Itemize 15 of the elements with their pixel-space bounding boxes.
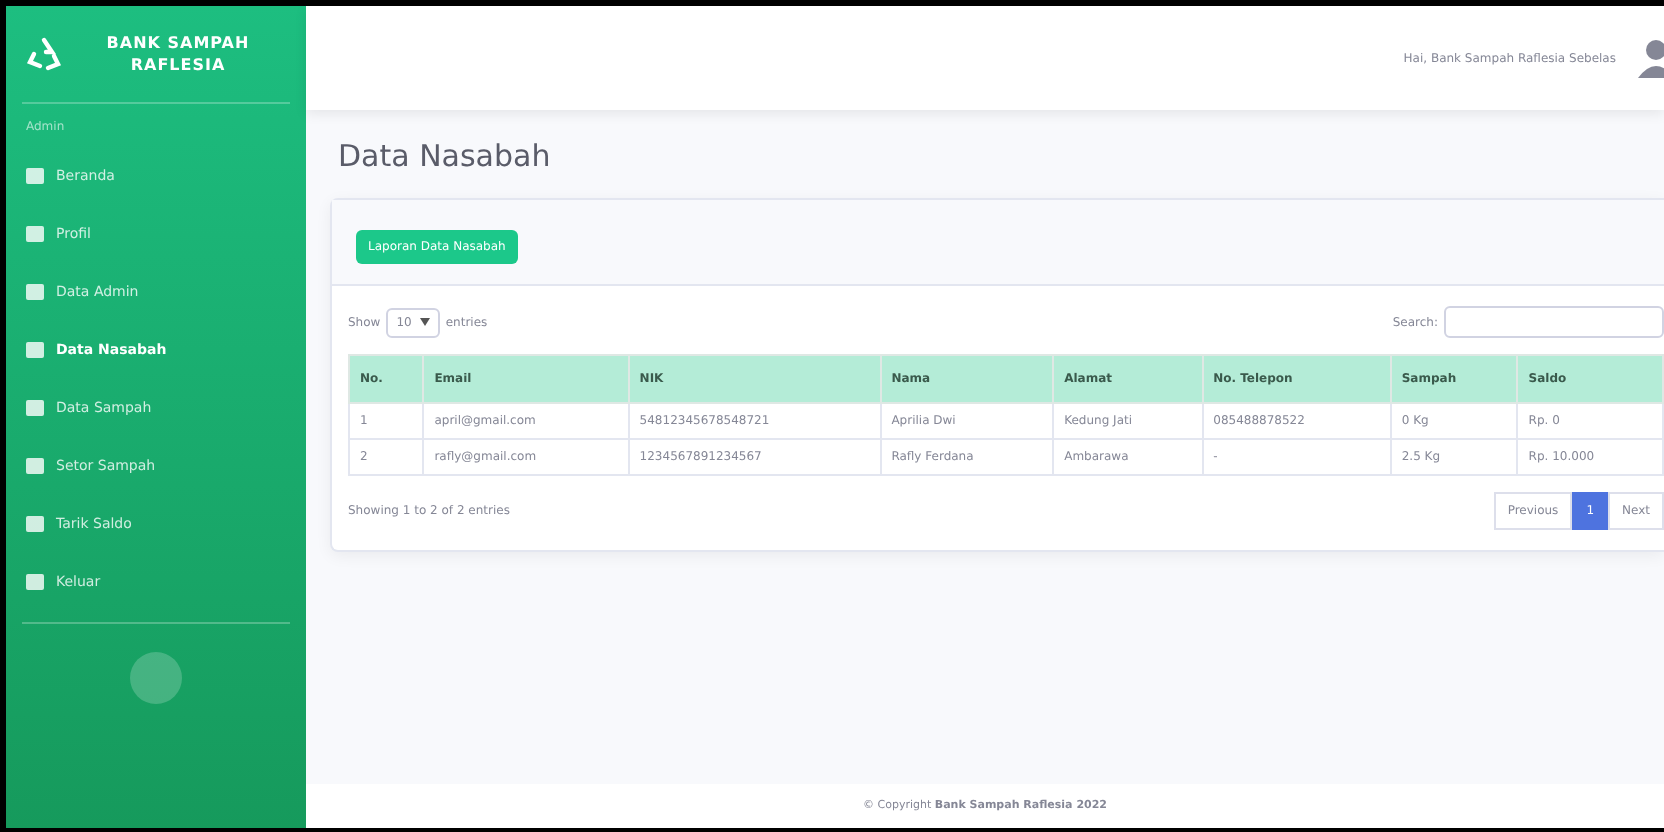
avatar-icon	[1636, 38, 1664, 78]
menu-item-icon	[26, 399, 44, 415]
menu-item-icon	[26, 457, 44, 473]
menu-item-icon	[26, 573, 44, 589]
search-field[interactable]	[1444, 306, 1664, 338]
menu-item-icon	[26, 283, 44, 299]
page-title: Data Nasabah	[338, 138, 553, 174]
recycle-icon	[26, 36, 62, 72]
menu-item-icon	[26, 167, 44, 183]
caret-icon	[419, 318, 430, 326]
menu-item-icon	[26, 515, 44, 531]
sidebar-toggle-button[interactable]	[130, 652, 182, 704]
menu-item-icon	[26, 225, 44, 241]
menu-item-icon	[26, 341, 44, 357]
brand-name: BANK SAMPAH RAFLESIA	[104, 31, 252, 77]
